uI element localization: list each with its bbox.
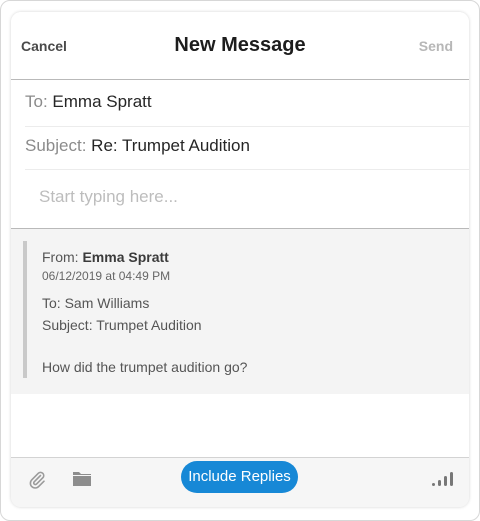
subject-value[interactable]: Re: Trumpet Audition bbox=[91, 136, 250, 155]
bottom-toolbar: Include Replies bbox=[11, 457, 469, 507]
to-field[interactable]: To: Emma Spratt bbox=[25, 92, 469, 127]
compose-header: Cancel New Message Send bbox=[11, 12, 469, 80]
subject-field[interactable]: Subject: Re: Trumpet Audition bbox=[25, 136, 469, 170]
subject-label: Subject: bbox=[25, 136, 87, 155]
to-label: To: bbox=[25, 92, 48, 111]
quoted-from-label: From: bbox=[42, 249, 79, 265]
page-title: New Message bbox=[174, 34, 306, 56]
folder-icon[interactable] bbox=[72, 469, 92, 487]
quoted-from: From: Emma Spratt bbox=[42, 249, 169, 265]
quoted-body: How did the trumpet audition go? bbox=[42, 359, 248, 375]
send-button[interactable]: Send bbox=[419, 38, 453, 54]
quoted-date: 06/12/2019 at 04:49 PM bbox=[42, 269, 171, 283]
quoted-to: To: Sam Williams bbox=[42, 295, 150, 311]
compose-card: Cancel New Message Send To: Emma Spratt … bbox=[11, 12, 469, 507]
quoted-message: From: Emma Spratt 06/12/2019 at 04:49 PM… bbox=[11, 229, 469, 394]
quoted-subject: Subject: Trumpet Audition bbox=[42, 317, 202, 333]
quote-bar bbox=[23, 241, 27, 378]
paperclip-icon[interactable] bbox=[27, 469, 47, 489]
signal-icon bbox=[432, 472, 453, 486]
to-value[interactable]: Emma Spratt bbox=[52, 92, 151, 111]
quoted-from-name: Emma Spratt bbox=[82, 249, 169, 265]
message-body-input[interactable]: Start typing here... bbox=[39, 187, 178, 207]
include-replies-button[interactable]: Include Replies bbox=[181, 461, 298, 493]
